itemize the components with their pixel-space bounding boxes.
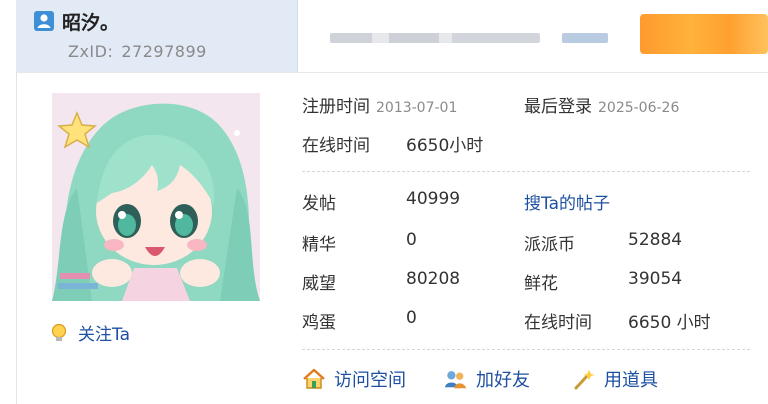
posts-label: 发帖 xyxy=(302,194,336,214)
blurred-header-text xyxy=(330,33,540,43)
posts-value: 40999 xyxy=(406,189,461,209)
blurred-header-banner xyxy=(640,14,768,54)
online-time2-label: 在线时间 xyxy=(524,313,592,333)
coin-value: 52884 xyxy=(628,230,683,250)
add-friend-icon xyxy=(444,371,467,389)
user-id: ZxID: 27297899 xyxy=(68,42,207,61)
profile-header: 昭汐。 ZxID: 27297899 xyxy=(0,0,768,72)
avatar[interactable] xyxy=(52,93,260,301)
add-friend-button[interactable]: 加好友 xyxy=(444,366,530,392)
use-item-button[interactable]: 用道具 xyxy=(572,366,658,392)
use-item-label: 用道具 xyxy=(604,370,658,391)
egg-label: 鸡蛋 xyxy=(302,313,336,333)
visit-space-label: 访问空间 xyxy=(334,370,406,391)
home-icon xyxy=(303,368,325,389)
search-posts-link[interactable]: 搜Ta的帖子 xyxy=(524,189,610,214)
online-time2-value: 6650 小时 xyxy=(628,313,711,333)
left-border xyxy=(16,72,17,404)
visit-space-button[interactable]: 访问空间 xyxy=(302,366,406,392)
lightbulb-icon xyxy=(51,323,67,341)
header-divider xyxy=(16,72,768,73)
follow-button[interactable]: 关注Ta xyxy=(50,320,130,345)
divider xyxy=(302,349,750,350)
online-time-value: 6650小时 xyxy=(406,136,484,156)
divider xyxy=(302,171,750,172)
add-friend-label: 加好友 xyxy=(476,370,530,391)
user-badge-icon xyxy=(34,11,54,31)
essence-label: 精华 xyxy=(302,235,336,255)
reg-time: 注册时间 2013-07-01 xyxy=(302,97,458,117)
follow-label: 关注Ta xyxy=(78,325,130,345)
prestige-label: 威望 xyxy=(302,274,336,294)
coin-label: 派派币 xyxy=(524,235,575,255)
egg-value: 0 xyxy=(406,308,417,328)
last-login: 最后登录 2025-06-26 xyxy=(524,97,680,117)
user-tab: 昭汐。 ZxID: 27297899 xyxy=(16,0,298,72)
prestige-value: 80208 xyxy=(406,269,461,289)
username[interactable]: 昭汐。 xyxy=(62,8,119,35)
essence-value: 0 xyxy=(406,230,417,250)
online-time-label: 在线时间 xyxy=(302,136,370,156)
blurred-header-link xyxy=(562,33,608,43)
wand-icon xyxy=(574,370,595,390)
flower-label: 鲜花 xyxy=(524,274,558,294)
flower-value: 39054 xyxy=(628,269,683,289)
